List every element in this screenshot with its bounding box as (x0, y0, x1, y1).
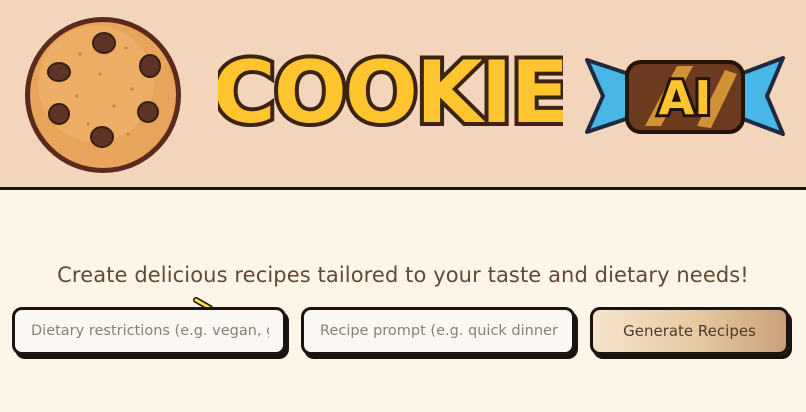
svg-text:AI: AI (659, 71, 712, 125)
svg-text:COOKIE: COOKIE (218, 43, 563, 142)
app-header: COOKIE AI (0, 0, 806, 190)
recipe-prompt-input[interactable] (301, 307, 575, 355)
ai-candy-logo-icon: AI (585, 56, 785, 136)
cookie-logo-icon (25, 17, 181, 173)
tagline: Create delicious recipes tailored to you… (57, 263, 749, 287)
main-content: Create delicious recipes tailored to you… (0, 190, 806, 412)
dietary-restrictions-input[interactable] (12, 307, 286, 355)
generate-recipes-button[interactable]: Generate Recipes (590, 307, 789, 355)
cookie-wordmark-logo: COOKIE (218, 42, 563, 142)
